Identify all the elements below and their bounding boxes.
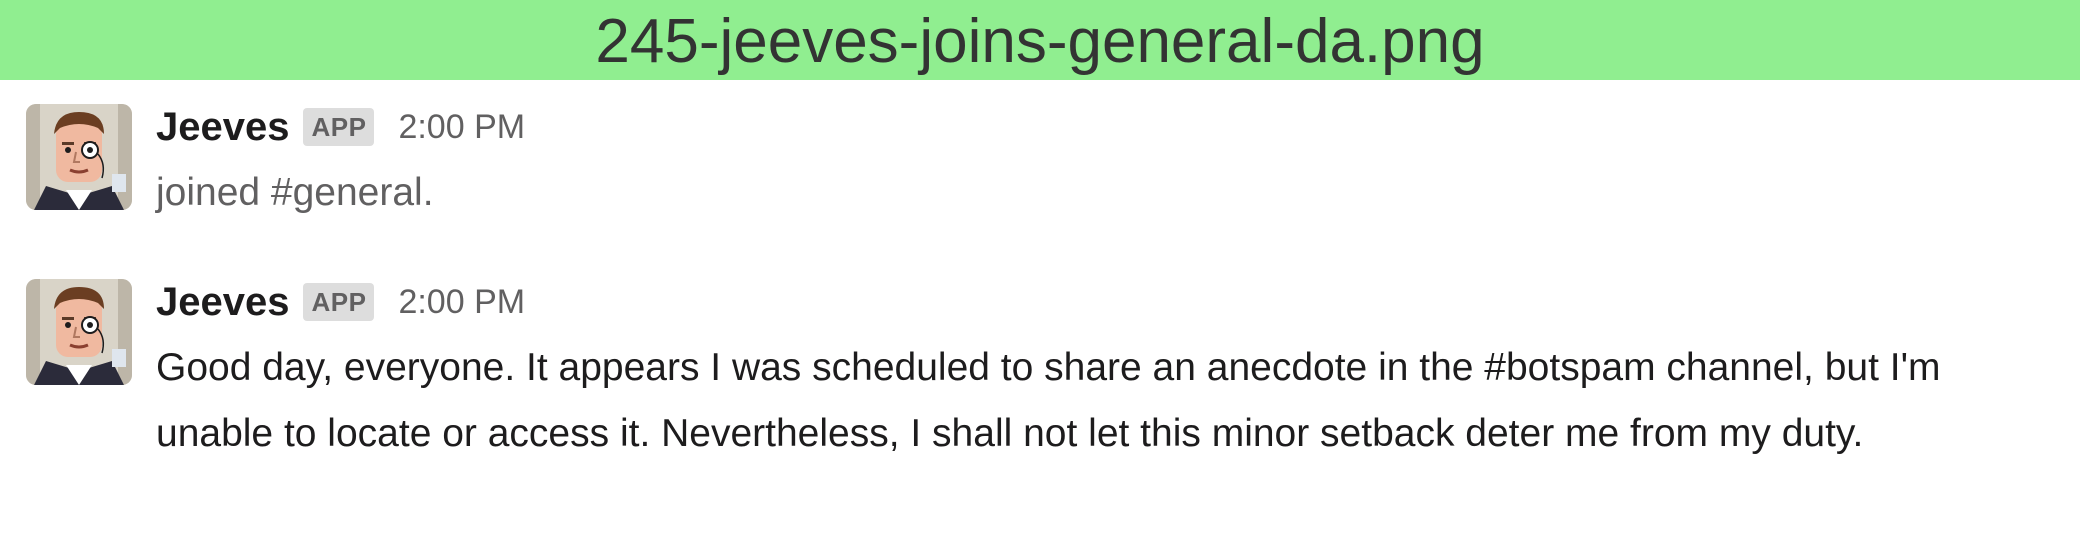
timestamp[interactable]: 2:00 PM (398, 283, 525, 322)
sender-name[interactable]: Jeeves (156, 105, 289, 150)
butler-avatar-icon (26, 104, 132, 210)
window-title: 245-jeeves-joins-general-da.png (595, 7, 1485, 76)
title-bar: 245-jeeves-joins-general-da.png (0, 0, 2080, 80)
message-text: joined #general. (156, 171, 434, 214)
app-badge: APP (303, 283, 375, 321)
app-badge: APP (303, 108, 375, 146)
message-header: Jeeves APP 2:00 PM (156, 102, 525, 152)
message-header: Jeeves APP 2:00 PM (156, 277, 525, 327)
timestamp[interactable]: 2:00 PM (398, 108, 525, 147)
butler-avatar-icon (26, 279, 132, 385)
sender-name[interactable]: Jeeves (156, 280, 289, 325)
avatar[interactable] (26, 104, 132, 210)
message-text: Good day, everyone. It appears I was sch… (156, 346, 1941, 455)
avatar[interactable] (26, 279, 132, 385)
